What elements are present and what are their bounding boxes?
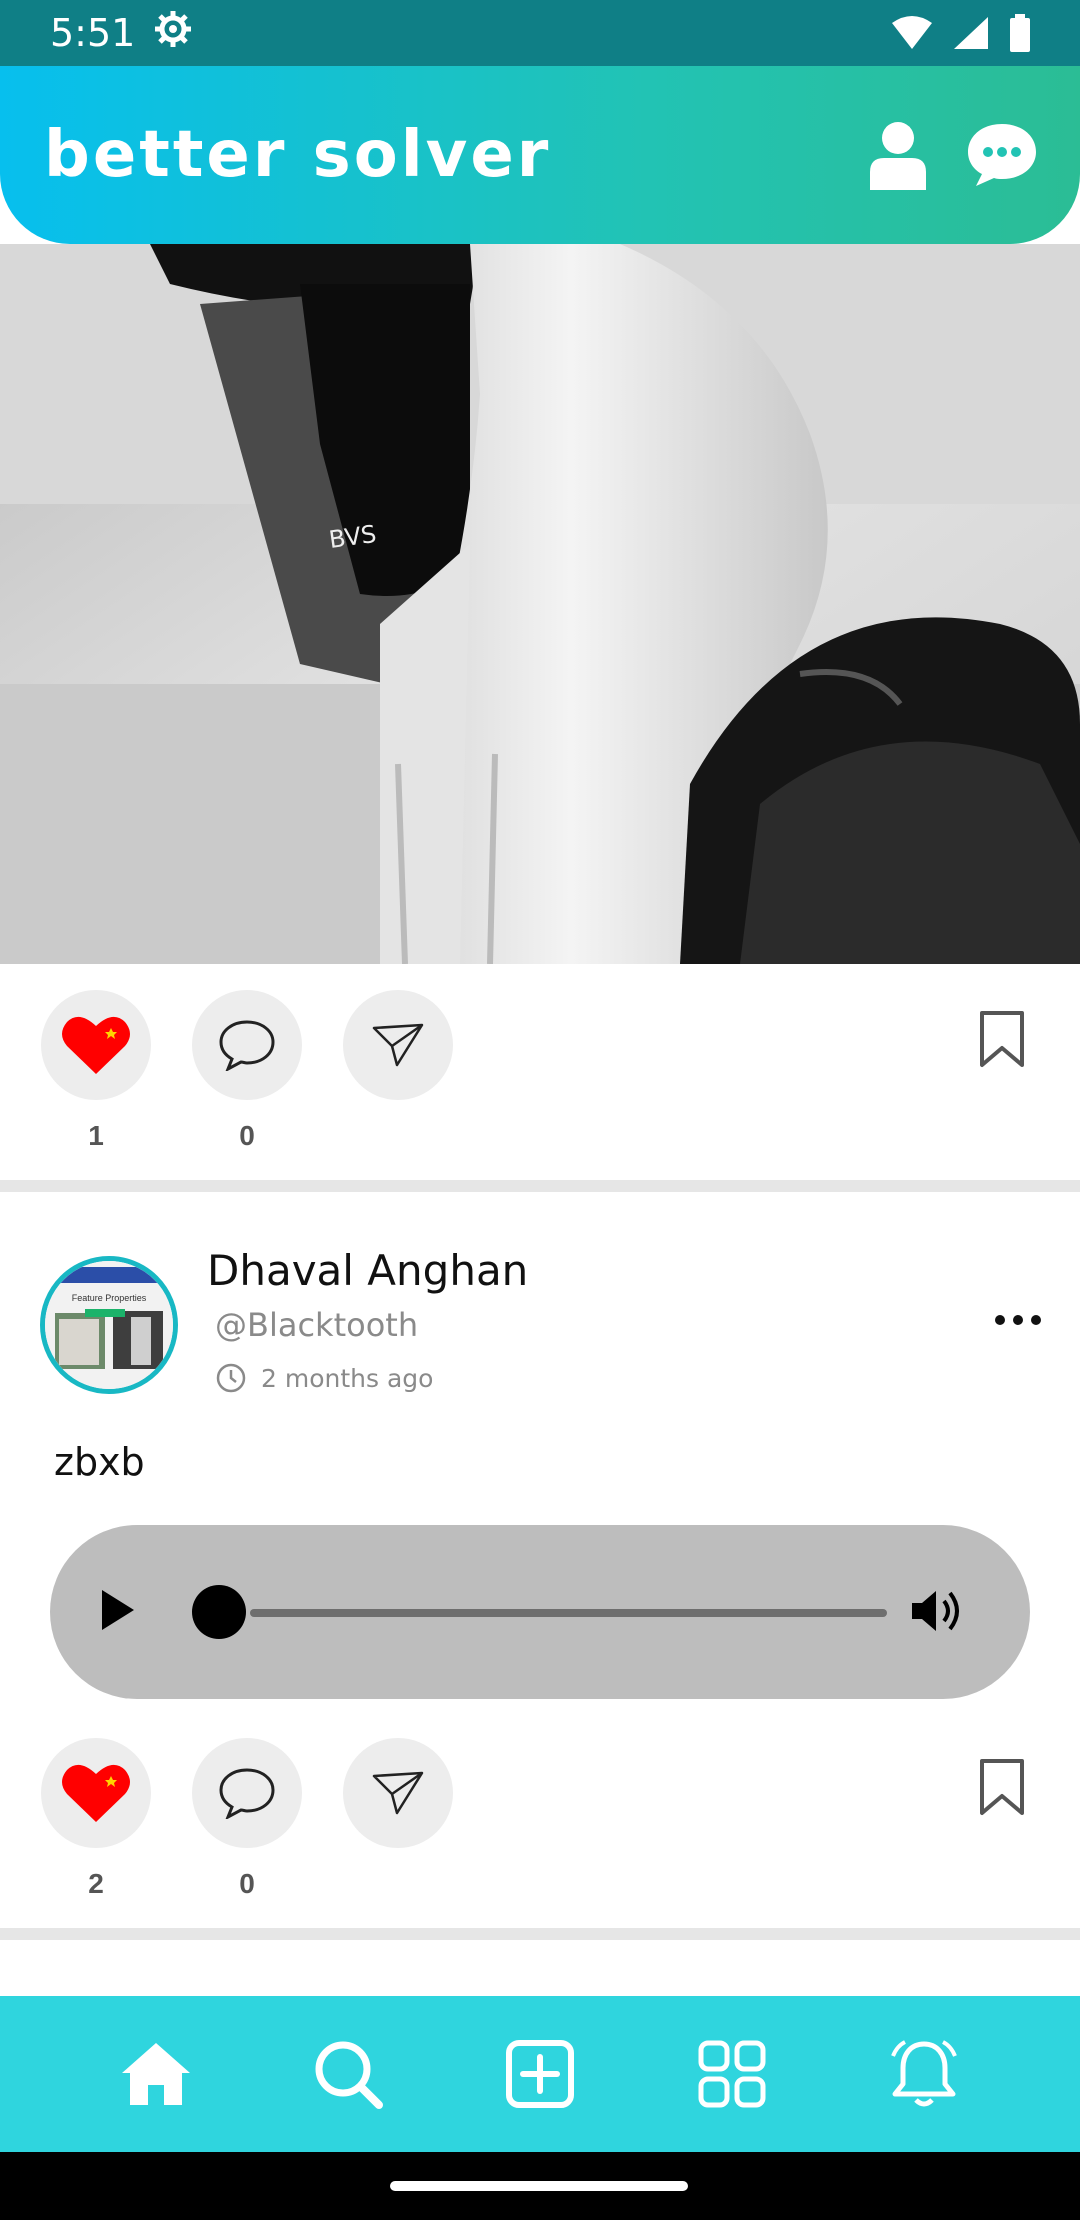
post-photo: BVS <box>0 244 1080 964</box>
add-post-icon <box>506 2040 574 2108</box>
app-title: better solver <box>44 118 552 192</box>
bookmark-button[interactable] <box>978 1010 1026 1072</box>
post-divider <box>0 1928 1080 1940</box>
gesture-pill[interactable] <box>390 2181 688 2191</box>
signal-icon <box>952 15 990 51</box>
more-options-button[interactable] <box>994 1312 1042 1331</box>
like-button[interactable] <box>41 1738 151 1848</box>
post2-header: Feature Properties Dhaval Anghan @Blackt… <box>0 1240 1080 1420</box>
status-right <box>890 14 1032 52</box>
heart-icon <box>62 1764 130 1822</box>
more-icon <box>995 1315 1041 1325</box>
header-actions <box>868 120 1038 190</box>
comment-icon <box>219 1768 275 1819</box>
nav-search[interactable] <box>293 2019 403 2129</box>
send-icon <box>372 1023 424 1067</box>
comment-button[interactable] <box>192 990 302 1100</box>
audio-player <box>50 1525 1030 1699</box>
battery-icon <box>1008 14 1032 52</box>
settings-icon <box>153 9 193 58</box>
nav-add-post[interactable] <box>485 2019 595 2129</box>
author-handle[interactable]: @Blacktooth <box>215 1306 418 1344</box>
post2-actions: 2 0 <box>0 1738 1080 1908</box>
comment-count: 0 <box>239 1868 255 1899</box>
chat-icon[interactable] <box>966 122 1038 188</box>
avatar[interactable]: Feature Properties <box>40 1256 178 1394</box>
wifi-icon <box>890 15 934 51</box>
nav-apps[interactable] <box>677 2019 787 2129</box>
like-count: 1 <box>88 1120 104 1151</box>
bookmark-icon <box>980 1759 1024 1815</box>
time-label: 2 months ago <box>261 1363 434 1393</box>
nav-home[interactable] <box>101 2019 211 2129</box>
progress-track[interactable] <box>250 1609 887 1617</box>
search-icon <box>315 2041 383 2109</box>
send-icon <box>372 1771 424 1815</box>
comment-count: 0 <box>239 1120 255 1151</box>
post1-actions: 1 0 <box>0 990 1080 1160</box>
notifications-icon <box>891 2040 957 2107</box>
bottom-nav <box>0 1996 1080 2152</box>
post-time: 2 months ago <box>215 1362 433 1394</box>
nav-notifications[interactable] <box>869 2019 979 2129</box>
clock-icon <box>216 1363 246 1393</box>
like-button[interactable] <box>41 990 151 1100</box>
share-button[interactable] <box>343 990 453 1100</box>
bookmark-button[interactable] <box>978 1758 1026 1820</box>
volume-icon <box>912 1591 959 1631</box>
play-icon <box>102 1590 134 1630</box>
progress-thumb[interactable] <box>192 1585 246 1639</box>
avatar-image: Feature Properties <box>45 1261 173 1389</box>
heart-icon <box>62 1016 130 1074</box>
post-divider <box>0 1180 1080 1192</box>
post-image[interactable]: BVS <box>0 244 1080 964</box>
avatar-caption: Feature Properties <box>72 1293 147 1303</box>
like-count: 2 <box>88 1868 104 1899</box>
post-text: zbxb <box>54 1440 145 1484</box>
profile-icon[interactable] <box>868 120 928 190</box>
apps-icon <box>698 2040 766 2108</box>
status-left: 5:51 <box>50 9 193 58</box>
status-bar: 5:51 <box>0 0 1080 66</box>
bookmark-icon <box>980 1011 1024 1067</box>
share-button[interactable] <box>343 1738 453 1848</box>
comment-button[interactable] <box>192 1738 302 1848</box>
play-button[interactable] <box>94 1582 142 1642</box>
author-name[interactable]: Dhaval Anghan <box>207 1246 528 1295</box>
comment-icon <box>219 1020 275 1071</box>
status-time: 5:51 <box>50 11 136 55</box>
home-icon <box>122 2043 190 2105</box>
volume-button[interactable] <box>908 1585 964 1641</box>
system-gesture-area <box>0 2152 1080 2220</box>
app-header: better solver <box>0 66 1080 244</box>
